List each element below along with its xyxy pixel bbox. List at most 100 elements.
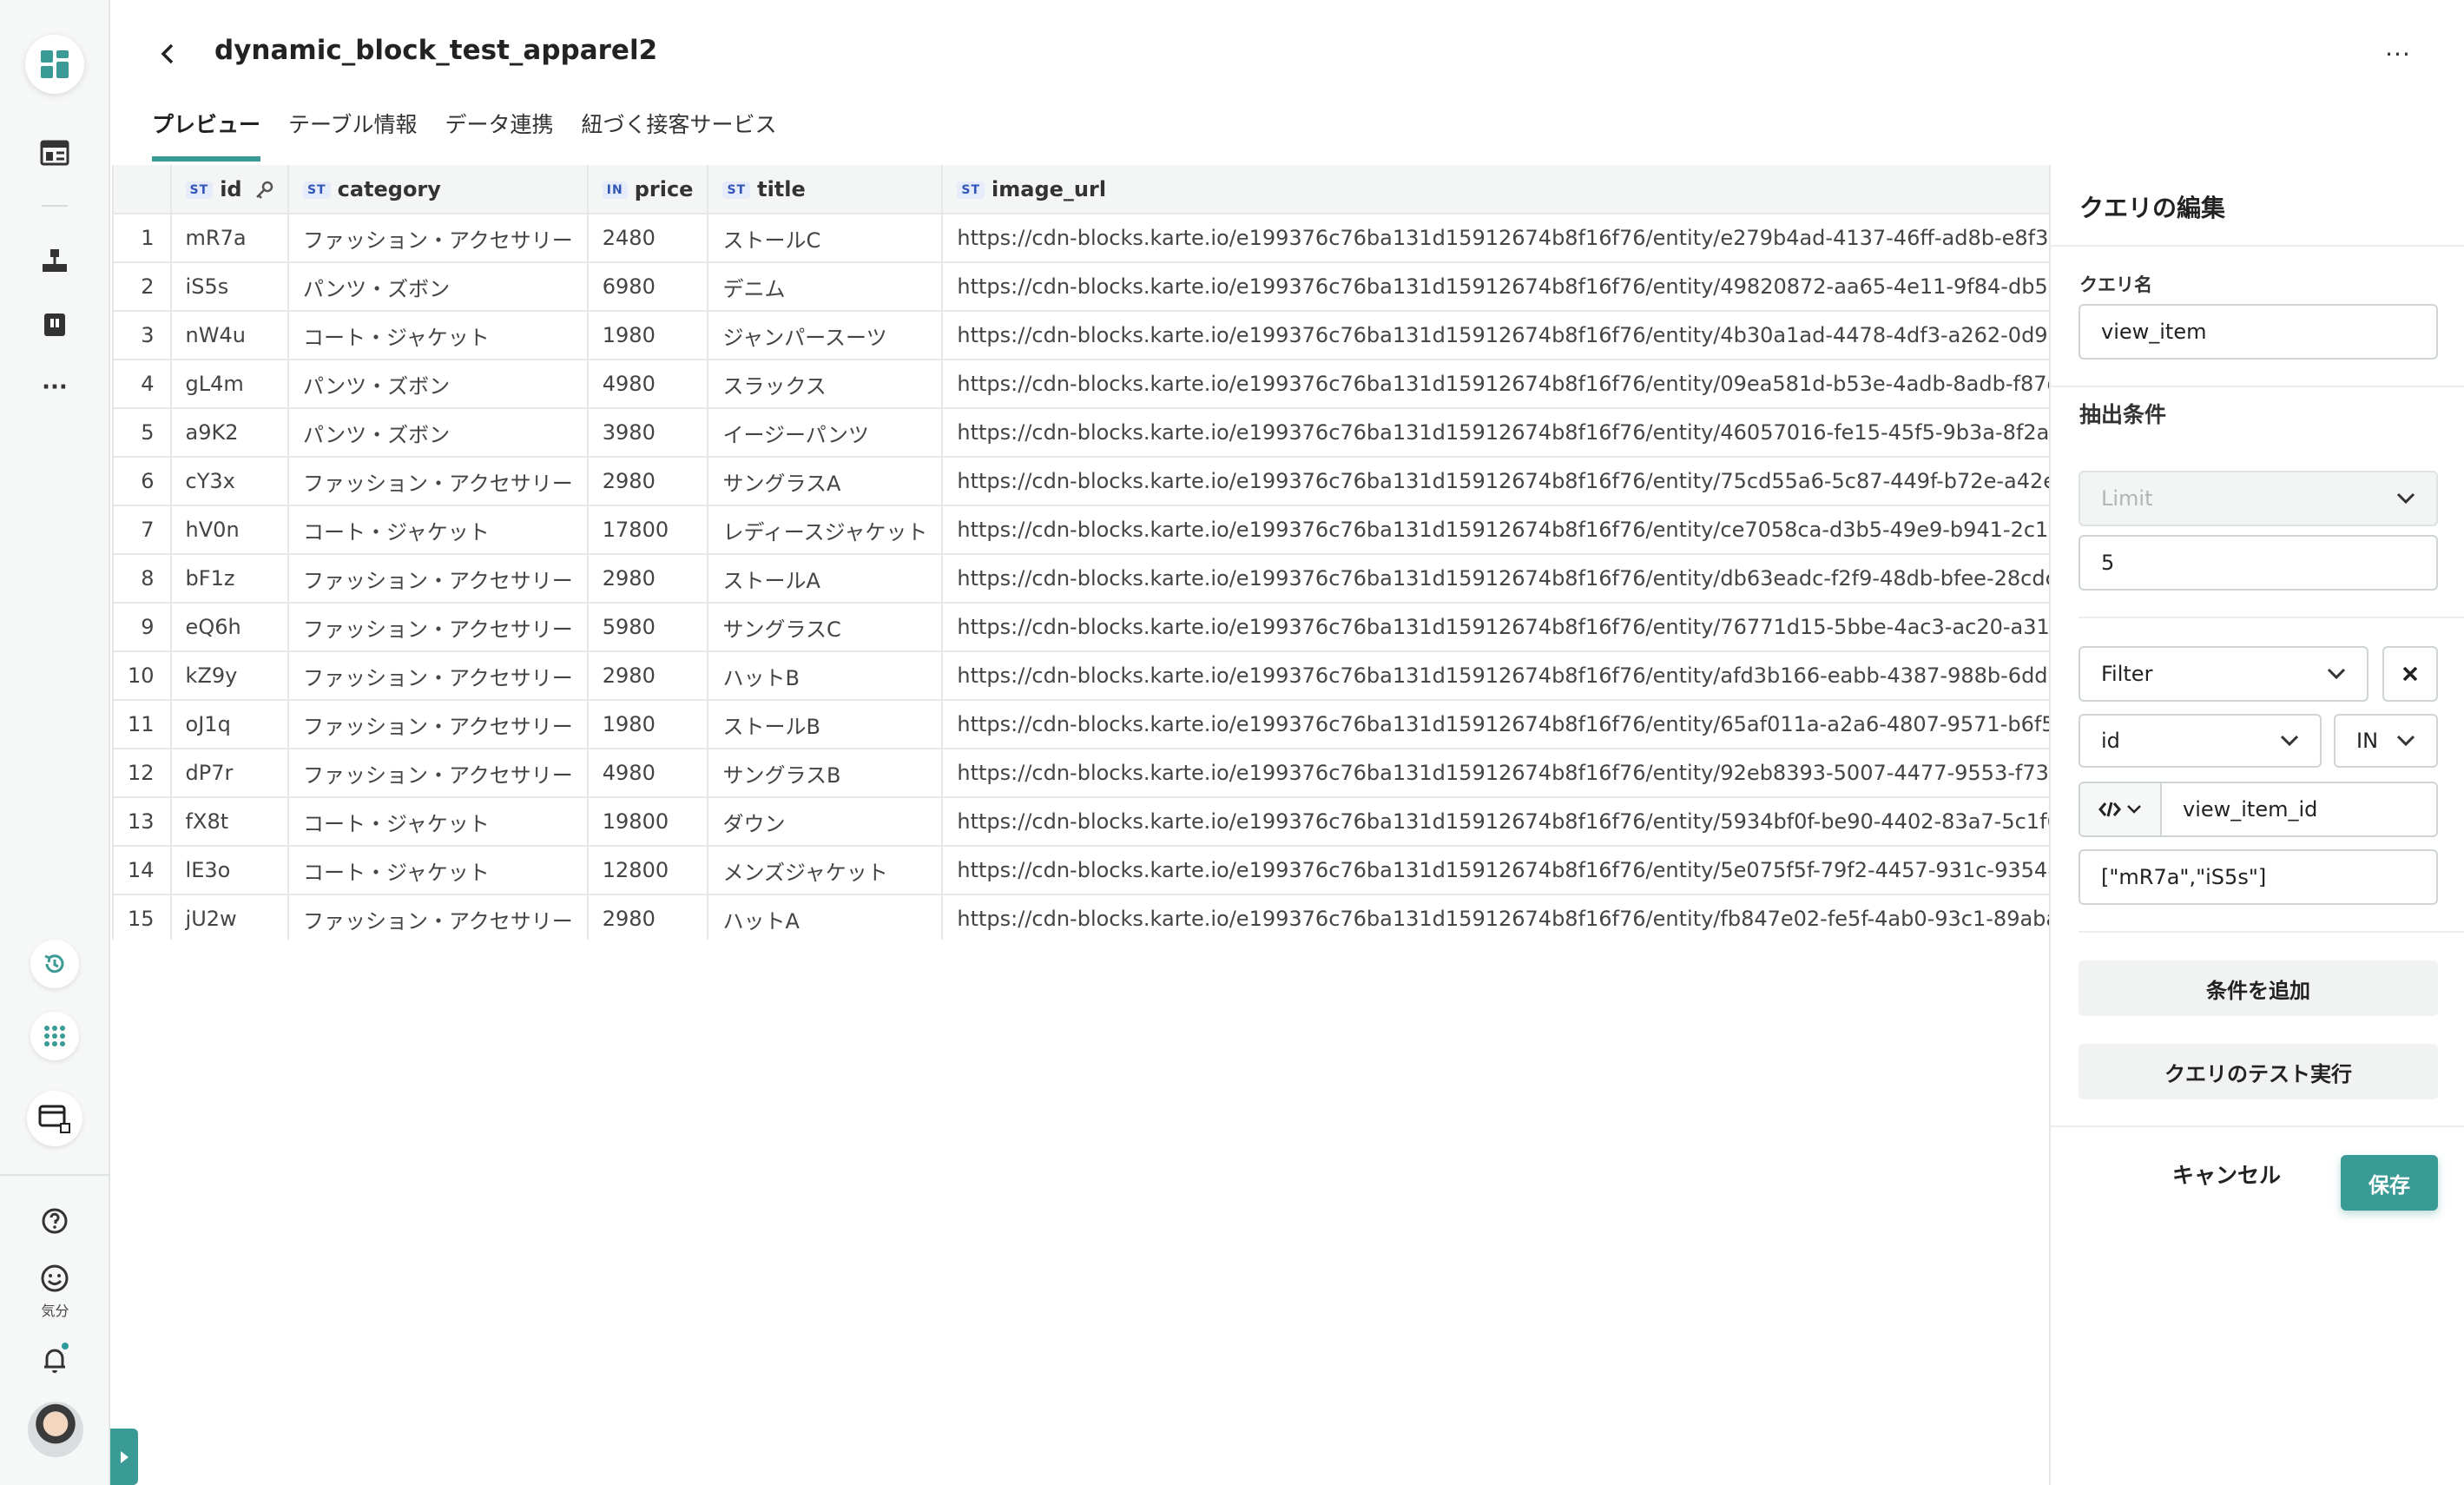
table-row[interactable]: 9 eQ6h ファッション・アクセサリー 5980 サングラスC https://cdn-… bbox=[112, 602, 2050, 652]
row-number: 15 bbox=[112, 894, 172, 940]
cell-image-url: https://cdn-blocks.karte.io/e199376c76ba… bbox=[941, 505, 2050, 555]
save-button[interactable]: 保存 bbox=[2341, 1155, 2438, 1211]
limit-value-input[interactable]: 5 bbox=[2079, 535, 2438, 591]
tab-bar: プレビュー テーブル情報 データ連携 紐づく接客サービス bbox=[152, 108, 805, 162]
add-condition-button[interactable]: 条件を追加 bbox=[2079, 960, 2438, 1016]
filter-select[interactable]: Filter bbox=[2079, 646, 2368, 702]
column-header-image-url[interactable]: ST image_url bbox=[941, 165, 2050, 214]
table-row[interactable]: 7 hV0n コート・ジャケット 17800 レディースジャケット https://cdn… bbox=[112, 505, 2050, 555]
filter-field-select[interactable]: id bbox=[2079, 714, 2322, 768]
remove-filter-button[interactable] bbox=[2382, 646, 2438, 702]
filter-operator-select[interactable]: IN bbox=[2334, 714, 2438, 768]
cell-image-url: https://cdn-blocks.karte.io/e199376c76ba… bbox=[941, 748, 2050, 798]
filter-field-value: id bbox=[2101, 729, 2120, 753]
filter-operator-value: IN bbox=[2356, 729, 2379, 753]
query-name-input[interactable]: view_item bbox=[2079, 304, 2438, 360]
back-button[interactable] bbox=[155, 36, 181, 71]
type-badge: ST bbox=[957, 181, 985, 199]
filter-param-input[interactable]: view_item_id bbox=[2079, 782, 2438, 837]
cell-image-url: https://cdn-blocks.karte.io/e199376c76ba… bbox=[941, 699, 2050, 749]
table-icon[interactable] bbox=[30, 129, 79, 177]
cell-title: メンズジャケット bbox=[707, 845, 944, 895]
more-apps-icon[interactable]: ··· bbox=[30, 363, 79, 412]
cancel-button[interactable]: キャンセル bbox=[2172, 1158, 2281, 1190]
query-edit-panel: クエリの編集 クエリ名 view_item 抽出条件 Limit 5 Filte… bbox=[2049, 165, 2464, 1485]
cell-id: eQ6h bbox=[169, 602, 289, 652]
cell-category: ファッション・アクセサリー bbox=[287, 699, 589, 749]
table-row[interactable]: 2 iS5s パンツ・ズボン 6980 デニム https://cdn-blocks.ka… bbox=[112, 261, 2050, 312]
table-row[interactable]: 10 kZ9y ファッション・アクセサリー 2980 ハットB https://cdn-b… bbox=[112, 650, 2050, 701]
cell-id: bF1z bbox=[169, 553, 289, 604]
history-icon[interactable] bbox=[30, 940, 79, 988]
table-row[interactable]: 15 jU2w ファッション・アクセサリー 2980 ハットA https://cdn-b… bbox=[112, 894, 2050, 940]
chevron-down-icon bbox=[2127, 805, 2141, 814]
notification-dot bbox=[60, 1341, 70, 1351]
cell-category: ファッション・アクセサリー bbox=[287, 553, 589, 604]
column-header-id[interactable]: ST id bbox=[169, 165, 289, 214]
table-row[interactable]: 11 oJ1q ファッション・アクセサリー 1980 ストールB https://cdn-… bbox=[112, 699, 2050, 749]
cell-image-url: https://cdn-blocks.karte.io/e199376c76ba… bbox=[941, 650, 2050, 701]
tab-linked-services[interactable]: 紐づく接客サービス bbox=[582, 108, 777, 162]
tab-preview[interactable]: プレビュー bbox=[152, 108, 261, 162]
cell-title: ハットA bbox=[707, 894, 944, 940]
limit-select: Limit bbox=[2079, 471, 2438, 526]
cell-price: 3980 bbox=[586, 407, 709, 458]
expand-sidebar-button[interactable] bbox=[110, 1429, 138, 1485]
more-options-icon[interactable]: ··· bbox=[2379, 38, 2417, 69]
cell-id: a9K2 bbox=[169, 407, 289, 458]
row-number: 10 bbox=[112, 650, 172, 701]
table-row[interactable]: 1 mR7a ファッション・アクセサリー 2480 ストールC https://cdn-b… bbox=[112, 213, 2050, 263]
test-query-button[interactable]: クエリのテスト実行 bbox=[2079, 1044, 2438, 1099]
cell-price: 2480 bbox=[586, 213, 709, 263]
row-number: 14 bbox=[112, 845, 172, 895]
panel-title: クエリの編集 bbox=[2079, 194, 2226, 222]
tab-data-integration[interactable]: データ連携 bbox=[445, 108, 554, 162]
table-row[interactable]: 4 gL4m パンツ・ズボン 4980 スラックス https://cdn-blocks.… bbox=[112, 359, 2050, 409]
chevron-down-icon bbox=[2396, 492, 2415, 505]
help-icon[interactable] bbox=[30, 1197, 79, 1245]
data-table: ST id ST category IN price ST title ST image_… bbox=[112, 165, 2050, 940]
table-row[interactable]: 13 fX8t コート・ジャケット 19800 ダウン https://cdn-block… bbox=[112, 796, 2050, 847]
cell-category: ファッション・アクセサリー bbox=[287, 894, 589, 940]
filter-value-input[interactable]: ["mR7a","iS5s"] bbox=[2079, 849, 2438, 905]
hierarchy-icon[interactable] bbox=[30, 236, 79, 285]
cell-image-url: https://cdn-blocks.karte.io/e199376c76ba… bbox=[941, 261, 2050, 312]
row-number: 4 bbox=[112, 359, 172, 409]
window-icon[interactable] bbox=[27, 1091, 82, 1146]
row-number: 12 bbox=[112, 748, 172, 798]
cell-category: コート・ジャケット bbox=[287, 505, 589, 555]
filter-param-value: view_item_id bbox=[2183, 797, 2318, 822]
cell-price: 17800 bbox=[586, 505, 709, 555]
column-header-category[interactable]: ST category bbox=[287, 165, 589, 214]
close-icon bbox=[2402, 666, 2418, 682]
book-icon[interactable] bbox=[30, 300, 79, 349]
chevron-down-icon bbox=[2396, 735, 2415, 747]
cell-image-url: https://cdn-blocks.karte.io/e199376c76ba… bbox=[941, 894, 2050, 940]
column-header-price[interactable]: IN price bbox=[586, 165, 709, 214]
cell-image-url: https://cdn-blocks.karte.io/e199376c76ba… bbox=[941, 310, 2050, 360]
column-header-title[interactable]: ST title bbox=[707, 165, 944, 214]
app-logo-icon[interactable] bbox=[25, 35, 84, 94]
row-number: 2 bbox=[112, 261, 172, 312]
table-row[interactable]: 8 bF1z ファッション・アクセサリー 2980 ストールA https://cdn-b… bbox=[112, 553, 2050, 604]
value-type-toggle[interactable] bbox=[2080, 783, 2162, 835]
cell-image-url: https://cdn-blocks.karte.io/e199376c76ba… bbox=[941, 553, 2050, 604]
cell-image-url: https://cdn-blocks.karte.io/e199376c76ba… bbox=[941, 845, 2050, 895]
grid-apps-icon[interactable] bbox=[30, 1012, 79, 1060]
type-badge: ST bbox=[185, 181, 214, 199]
table-row[interactable]: 12 dP7r ファッション・アクセサリー 4980 サングラスB https://cdn… bbox=[112, 748, 2050, 798]
type-badge: ST bbox=[302, 181, 331, 199]
tab-table-info[interactable]: テーブル情報 bbox=[288, 108, 418, 162]
cell-category: パンツ・ズボン bbox=[287, 359, 589, 409]
cell-id: kZ9y bbox=[169, 650, 289, 701]
cell-title: サングラスA bbox=[707, 456, 944, 506]
cell-price: 4980 bbox=[586, 748, 709, 798]
cell-price: 12800 bbox=[586, 845, 709, 895]
table-row[interactable]: 5 a9K2 パンツ・ズボン 3980 イージーパンツ https://cdn-block… bbox=[112, 407, 2050, 458]
table-row[interactable]: 14 lE3o コート・ジャケット 12800 メンズジャケット https://cdn-… bbox=[112, 845, 2050, 895]
table-row[interactable]: 6 cY3x ファッション・アクセサリー 2980 サングラスA https://cdn-… bbox=[112, 456, 2050, 506]
bell-icon[interactable] bbox=[30, 1336, 79, 1384]
mood-icon[interactable] bbox=[30, 1254, 79, 1303]
avatar[interactable] bbox=[28, 1402, 83, 1457]
table-row[interactable]: 3 nW4u コート・ジャケット 1980 ジャンパースーツ https://cdn-bl… bbox=[112, 310, 2050, 360]
